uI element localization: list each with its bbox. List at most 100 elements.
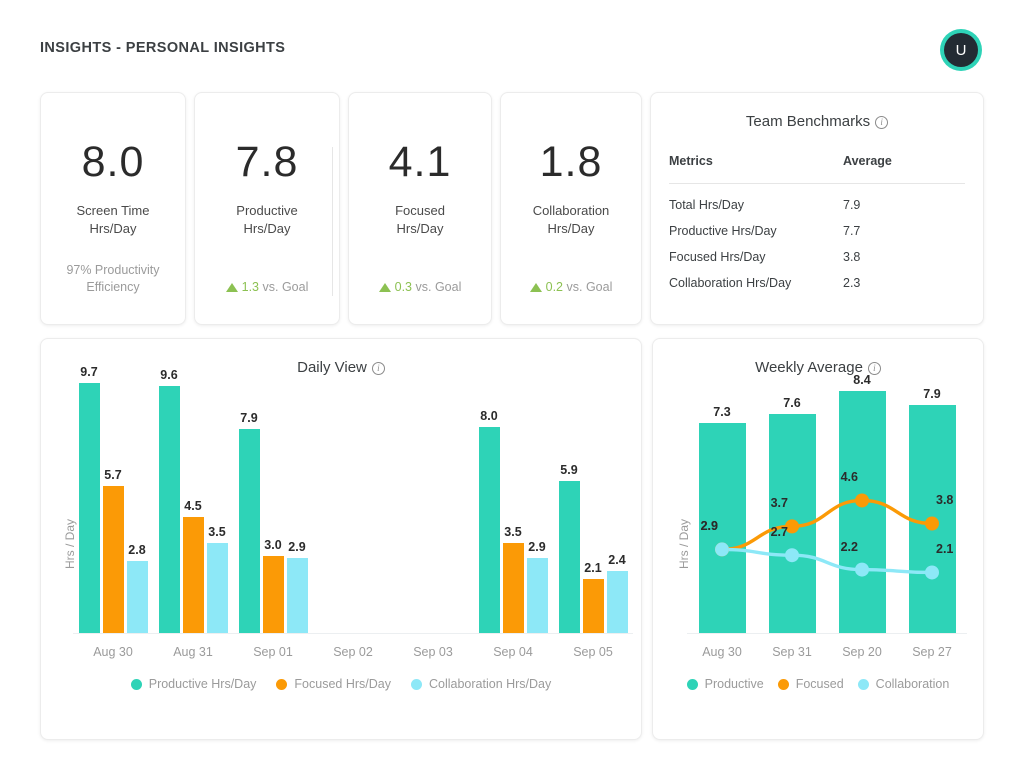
kpi-label-line1: Productive <box>236 203 297 218</box>
x-axis-tick-label: Sep 05 <box>553 645 633 659</box>
legend-swatch <box>131 679 142 690</box>
kpi-card-screen-time[interactable]: 8.0 Screen Time Hrs/Day 97% Productivity… <box>40 92 186 325</box>
point-collaboration-2[interactable] <box>855 563 869 577</box>
benchmarks-title: Team Benchmarks <box>746 113 870 130</box>
page-title: INSIGHTS - PERSONAL INSIGHTS <box>40 40 285 56</box>
bar-collaboration-hrs-day-2 <box>287 558 308 633</box>
daily-chart-plot: 9.75.72.89.64.53.57.93.02.98.03.52.95.92… <box>73 365 633 633</box>
kpi-card-focused[interactable]: 4.1 Focused Hrs/Day 0.3 vs. Goal <box>348 92 492 325</box>
daily-y-axis-label: Hrs / Day <box>63 519 77 569</box>
kpi-delta: 0.2 vs. Goal <box>530 280 613 294</box>
weekly-x-axis-labels: Aug 30Sep 31Sep 20Sep 27 <box>687 645 967 659</box>
point-focused-3[interactable] <box>925 516 939 530</box>
cell-metric: Total Hrs/Day <box>669 192 829 218</box>
info-icon[interactable]: i <box>875 116 888 129</box>
kpi-value: 8.0 <box>82 141 145 184</box>
bar-value-label: 3.5 <box>203 525 232 539</box>
kpi-footer: 1.3 vs. Goal <box>195 279 339 296</box>
point-value-label: 3.7 <box>748 496 788 510</box>
kpi-label-line1: Collaboration <box>533 203 610 218</box>
cell-average: 3.8 <box>829 244 949 270</box>
kpi-footer: 97% Productivity Efficiency <box>41 262 185 296</box>
legend-item: Collaboration <box>858 677 950 691</box>
table-row: Productive Hrs/Day 7.7 <box>669 218 965 244</box>
legend-label: Focused Hrs/Day <box>294 677 391 691</box>
bar-focused-hrs-day-2 <box>263 556 284 633</box>
point-collaboration-1[interactable] <box>785 548 799 562</box>
avatar[interactable]: U <box>940 29 982 71</box>
x-axis-tick-label: Aug 30 <box>73 645 153 659</box>
kpi-card-productive[interactable]: 7.8 Productive Hrs/Day 1.3 vs. Goal <box>194 92 340 325</box>
x-axis-tick-label: Sep 04 <box>473 645 553 659</box>
table-row: Total Hrs/Day 7.9 <box>669 192 965 218</box>
daily-x-axis-labels: Aug 30Aug 31Sep 01Sep 02Sep 03Sep 04Sep … <box>73 645 633 659</box>
kpi-footer: 0.2 vs. Goal <box>501 279 641 296</box>
legend-swatch <box>858 679 869 690</box>
kpi-card-collaboration[interactable]: 1.8 Collaboration Hrs/Day 0.2 vs. Goal <box>500 92 642 325</box>
x-axis-tick-label: Sep 01 <box>233 645 313 659</box>
point-value-label: 2.1 <box>936 542 976 556</box>
cell-average: 7.7 <box>829 218 949 244</box>
bar-productive-hrs-day-5 <box>479 427 500 633</box>
triangle-up-icon <box>530 283 542 292</box>
legend-item: Focused <box>778 677 844 691</box>
kpi-label-line2: Hrs/Day <box>90 221 137 236</box>
benchmarks-title-row: Team Benchmarks i <box>651 113 983 130</box>
x-axis-tick-label: Aug 30 <box>687 645 757 659</box>
legend-swatch <box>687 679 698 690</box>
x-axis-tick-label: Aug 31 <box>153 645 233 659</box>
weekly-chart-plot: 7.37.68.47.92.93.74.63.82.92.72.22.1 <box>687 365 967 633</box>
kpi-value: 7.8 <box>236 141 299 184</box>
kpi-label: Screen Time Hrs/Day <box>77 202 150 237</box>
bar-collaboration-hrs-day-6 <box>607 571 628 633</box>
kpi-value: 1.8 <box>540 141 603 184</box>
kpi-delta-value: 1.3 <box>242 280 259 294</box>
bar-collaboration-hrs-day-0 <box>127 561 148 633</box>
point-collaboration-0[interactable] <box>715 542 729 556</box>
kpi-label-line1: Focused <box>395 203 445 218</box>
kpi-delta: 0.3 vs. Goal <box>379 280 462 294</box>
kpi-delta-suffix: vs. Goal <box>416 280 462 294</box>
bar-value-label: 5.9 <box>555 463 584 477</box>
bar-value-label: 7.9 <box>235 411 264 425</box>
point-collaboration-3[interactable] <box>925 565 939 579</box>
kpi-label-line2: Hrs/Day <box>548 221 595 236</box>
bar-value-label: 2.9 <box>523 540 552 554</box>
bar-productive-hrs-day-2 <box>239 429 260 633</box>
kpi-label: Collaboration Hrs/Day <box>533 202 610 237</box>
bar-focused-hrs-day-1 <box>183 517 204 633</box>
bar-value-label: 5.7 <box>99 468 128 482</box>
triangle-up-icon <box>226 283 238 292</box>
cell-metric: Focused Hrs/Day <box>669 244 829 270</box>
x-axis-tick-label: Sep 27 <box>897 645 967 659</box>
point-value-label: 2.2 <box>818 540 858 554</box>
kpi-footer: 0.3 vs. Goal <box>349 279 491 296</box>
legend-swatch <box>411 679 422 690</box>
bar-focused-hrs-day-5 <box>503 543 524 633</box>
bar-productive-hrs-day-1 <box>159 386 180 633</box>
column-header-metrics: Metrics <box>669 148 829 174</box>
legend-label: Productive Hrs/Day <box>149 677 257 691</box>
weekly-chart-legend: Productive Focused Collaboration <box>653 677 983 691</box>
weekly-y-axis-label: Hrs / Day <box>677 519 691 569</box>
column-header-average: Average <box>829 148 949 174</box>
point-focused-2[interactable] <box>855 493 869 507</box>
kpi-delta-suffix: vs. Goal <box>567 280 613 294</box>
legend-label: Productive <box>705 677 764 691</box>
weekly-line-overlay <box>687 365 967 633</box>
table-header-divider <box>669 183 965 184</box>
kpi-delta-value: 0.3 <box>395 280 412 294</box>
cell-metric: Collaboration Hrs/Day <box>669 270 829 296</box>
kpi-delta-value: 0.2 <box>546 280 563 294</box>
dashboard-page: INSIGHTS - PERSONAL INSIGHTS U 8.0 Scree… <box>0 0 1024 778</box>
legend-item: Productive Hrs/Day <box>131 677 257 691</box>
legend-item: Productive <box>687 677 764 691</box>
triangle-up-icon <box>379 283 391 292</box>
legend-swatch <box>276 679 287 690</box>
kpi-foot-line2: Efficiency <box>86 280 139 294</box>
table-row: Collaboration Hrs/Day 2.3 <box>669 270 965 296</box>
bar-collaboration-hrs-day-5 <box>527 558 548 633</box>
table-column-divider <box>332 147 333 296</box>
bar-value-label: 2.8 <box>123 543 152 557</box>
bar-value-label: 9.7 <box>75 365 104 379</box>
